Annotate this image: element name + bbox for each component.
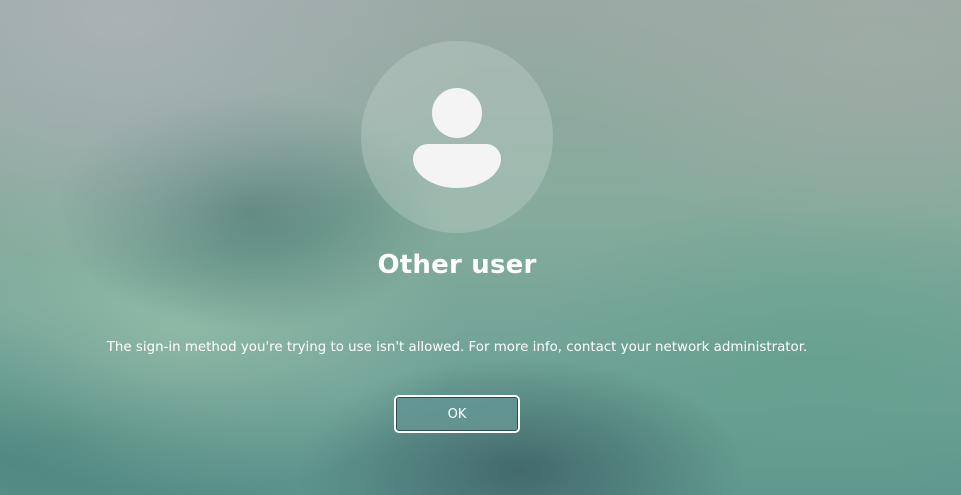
user-avatar	[361, 41, 553, 233]
user-name: Other user	[377, 250, 537, 280]
sign-in-error-message: The sign-in method you're trying to use …	[106, 340, 808, 355]
ok-button[interactable]: OK	[394, 395, 520, 433]
user-silhouette-icon	[413, 88, 501, 188]
